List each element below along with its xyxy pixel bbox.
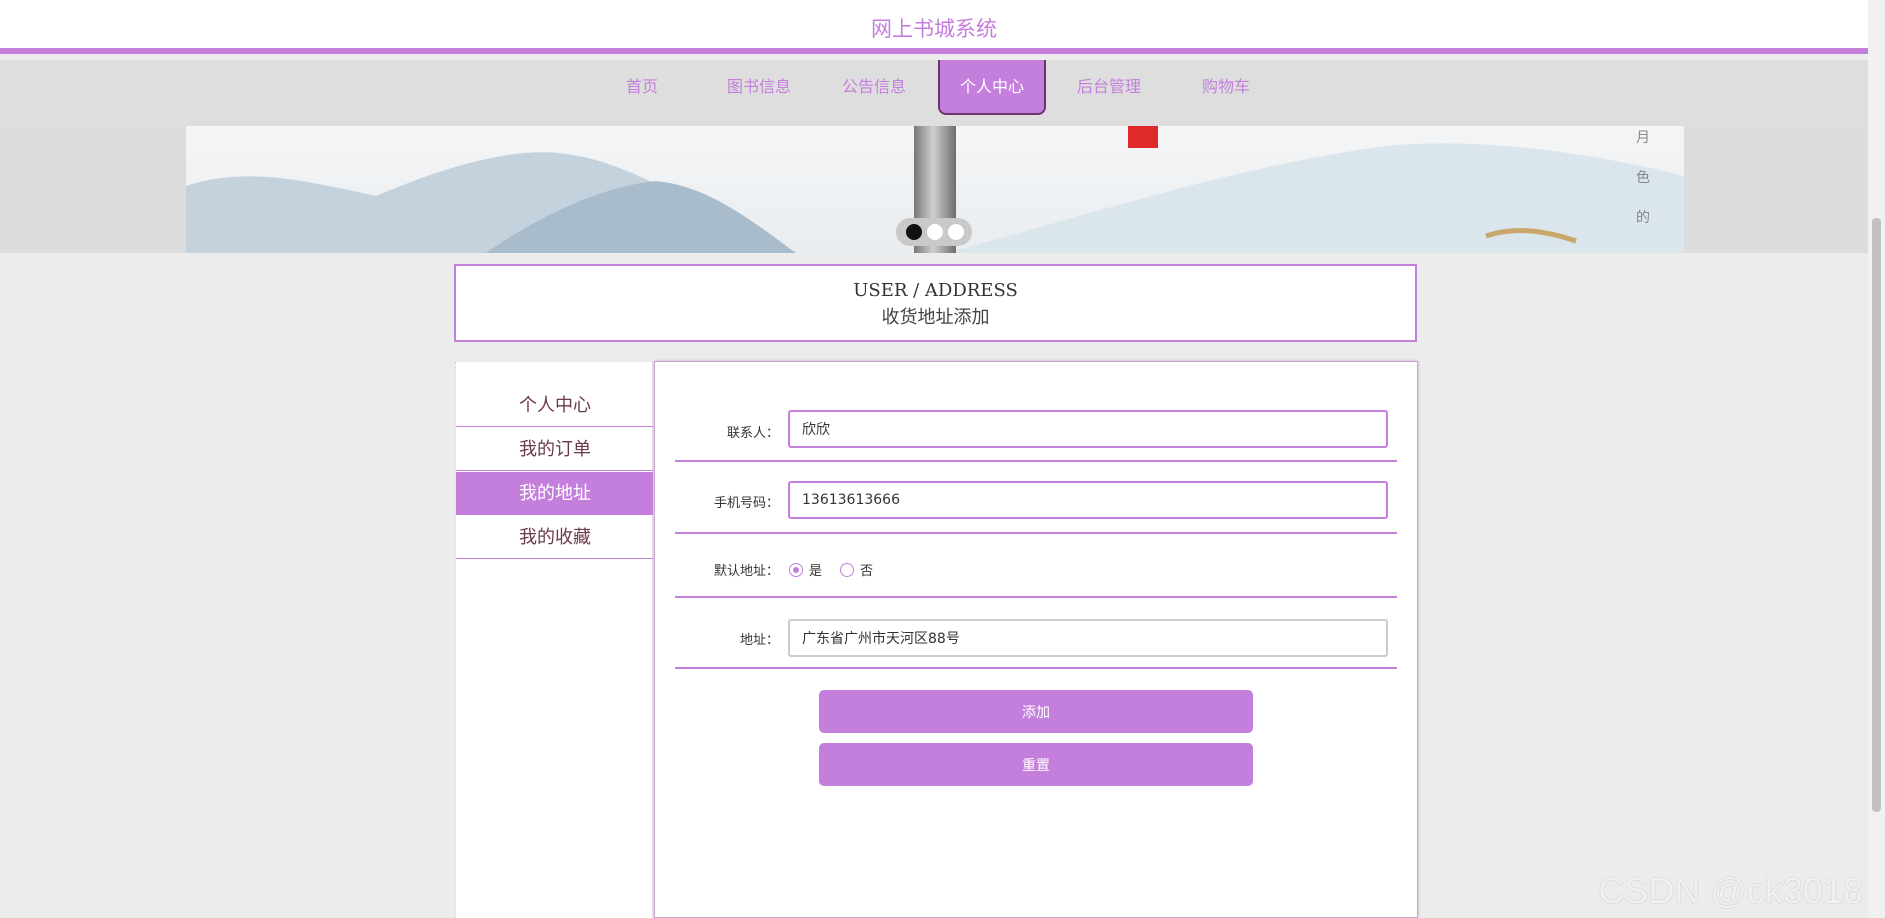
default-no-label: 否 (860, 564, 874, 579)
reset-button[interactable]: 重置 (819, 743, 1253, 786)
nav-notice-info[interactable]: 公告信息 (824, 60, 924, 114)
svg-text:月: 月 (1636, 130, 1650, 146)
page-heading-en: USER / ADDRESS (853, 280, 1018, 301)
contact-input[interactable] (788, 410, 1388, 448)
address-form: 联系人： 手机号码： 默认地址： 是 否 地址： 添加 重置 (654, 361, 1418, 918)
page-scrollbar[interactable] (1868, 0, 1885, 918)
default-no-radio[interactable] (840, 563, 855, 577)
address-label: 地址： (739, 633, 779, 648)
main-nav: 首页 图书信息 公告信息 个人中心 后台管理 购物车 (0, 60, 1868, 126)
default-address-radio-group: 是 否 (789, 560, 887, 579)
contact-row: 联系人： (675, 410, 1397, 462)
watermark: CSDN @ck3018 (1598, 870, 1863, 911)
nav-book-info[interactable]: 图书信息 (709, 60, 809, 114)
sidebar-item-my-address[interactable]: 我的地址 (456, 472, 653, 515)
site-title: 网上书城系统 (871, 17, 997, 41)
carousel-dot-1[interactable] (906, 224, 922, 240)
address-row: 地址： (675, 619, 1397, 669)
default-yes-radio[interactable] (789, 563, 803, 577)
scrollbar-thumb[interactable] (1872, 218, 1881, 812)
nav-cart[interactable]: 购物车 (1176, 60, 1276, 114)
sidebar-item-personal-center[interactable]: 个人中心 (456, 384, 653, 427)
add-button[interactable]: 添加 (819, 690, 1253, 733)
page-heading-zh: 收货地址添加 (881, 307, 990, 328)
carousel-dots (896, 218, 972, 246)
address-input[interactable] (788, 619, 1388, 657)
default-address-row: 默认地址： 是 否 (675, 534, 1397, 598)
site-header: 网上书城系统 (0, 0, 1868, 54)
nav-admin[interactable]: 后台管理 (1059, 60, 1159, 114)
contact-label: 联系人： (726, 426, 779, 441)
default-yes-label: 是 (809, 564, 823, 579)
nav-personal-center[interactable]: 个人中心 (938, 60, 1046, 115)
carousel-dot-3[interactable] (948, 224, 964, 240)
svg-text:的: 的 (1636, 210, 1650, 226)
carousel-dot-2[interactable] (927, 224, 943, 240)
phone-label: 手机号码： (713, 496, 779, 511)
nav-home[interactable]: 首页 (592, 60, 692, 114)
svg-text:色: 色 (1636, 169, 1650, 186)
page-heading: USER / ADDRESS 收货地址添加 (454, 264, 1417, 342)
phone-row: 手机号码： (675, 481, 1397, 534)
phone-input[interactable] (788, 481, 1388, 519)
user-sidebar: 个人中心 我的订单 我的地址 我的收藏 (455, 362, 653, 918)
default-address-label: 默认地址： (713, 564, 779, 579)
sidebar-item-my-favorites[interactable]: 我的收藏 (456, 516, 653, 559)
sidebar-item-my-orders[interactable]: 我的订单 (456, 428, 653, 471)
